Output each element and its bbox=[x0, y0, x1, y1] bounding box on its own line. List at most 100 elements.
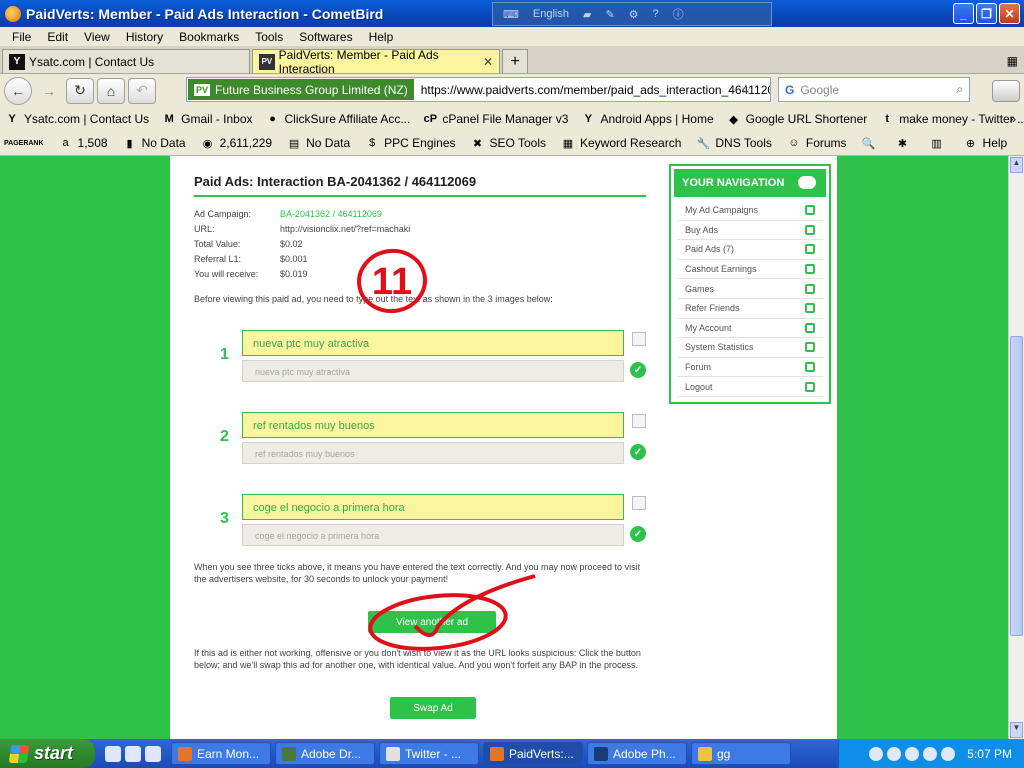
menu-tools[interactable]: Tools bbox=[247, 30, 291, 44]
menu-softwares[interactable]: Softwares bbox=[291, 30, 360, 44]
seo-toolbar-item[interactable]: ✱ bbox=[895, 135, 915, 151]
addon-button[interactable] bbox=[992, 80, 1020, 102]
bookmark-item[interactable]: M Gmail - Inbox bbox=[161, 111, 253, 127]
seo-toolbar-item[interactable]: ◉ 2,611,229 bbox=[200, 135, 272, 151]
home-button[interactable]: ⌂ bbox=[97, 77, 125, 104]
back-button[interactable]: ← bbox=[4, 76, 32, 105]
swap-ad-button[interactable]: Swap Ad bbox=[390, 697, 476, 719]
info-value[interactable]: BA-2041362 / 464112069 bbox=[280, 207, 382, 222]
bookmark-star-icon[interactable]: ☆ bbox=[739, 81, 752, 98]
close-tab-icon[interactable]: ✕ bbox=[483, 55, 493, 69]
menu-history[interactable]: History bbox=[118, 30, 171, 44]
tray-browser-icon[interactable] bbox=[905, 746, 920, 761]
side-nav-item[interactable]: My Ad Campaigns bbox=[677, 201, 823, 221]
tray-network-icon[interactable] bbox=[887, 746, 902, 761]
new-tab-button[interactable]: + bbox=[502, 49, 528, 73]
seo-toolbar-item[interactable]: $ PPC Engines bbox=[364, 135, 455, 151]
captcha-input[interactable]: nueva ptc muy atractiva bbox=[242, 330, 624, 356]
seo-toolbar-item[interactable]: PAGERANK bbox=[4, 140, 44, 147]
site-badge-icon: PV bbox=[194, 83, 211, 96]
seo-toolbar-item[interactable]: ⊕ Help bbox=[963, 135, 1007, 151]
side-nav-item[interactable]: My Account bbox=[677, 319, 823, 339]
scroll-down-icon[interactable]: ▼ bbox=[1010, 722, 1023, 738]
side-nav-item[interactable]: Refer Friends bbox=[677, 299, 823, 319]
menu-bookmarks[interactable]: Bookmarks bbox=[171, 30, 247, 44]
taskbar-button[interactable]: PaidVerts:... bbox=[483, 742, 583, 765]
bookmark-item[interactable]: ◆ Google URL Shortener bbox=[726, 111, 867, 127]
tab-ysatc[interactable]: Y Ysatc.com | Contact Us bbox=[2, 49, 250, 73]
seo-toolbar-item[interactable]: a 1,508 bbox=[58, 135, 107, 151]
bookmark-item[interactable]: Y Android Apps | Home bbox=[580, 111, 714, 127]
reload-button[interactable]: ↻ bbox=[66, 77, 94, 104]
seo-toolbar-item[interactable]: ▤ No Data bbox=[286, 135, 350, 151]
language-bar[interactable]: ⌨ English ▰ ✎ ⚙ ? ⓘ bbox=[492, 2, 772, 26]
seo-toolbar-item[interactable]: ☺ Forums bbox=[786, 135, 846, 151]
lang-pen-icon[interactable]: ✎ bbox=[605, 8, 614, 21]
side-nav-item[interactable]: Paid Ads (7) bbox=[677, 240, 823, 260]
tab-list-icon[interactable]: ▦ bbox=[1007, 54, 1018, 68]
search-input[interactable]: G Google ⌕ bbox=[778, 77, 970, 102]
tray-help-icon[interactable] bbox=[869, 746, 884, 761]
page-viewport[interactable]: Paid Ads: Interaction BA-2041362 / 46411… bbox=[0, 156, 1008, 739]
tray-volume-icon[interactable] bbox=[941, 746, 956, 761]
menu-help[interactable]: Help bbox=[361, 30, 402, 44]
view-ad-button[interactable]: View another ad bbox=[368, 611, 496, 633]
quicklaunch-app-icon[interactable] bbox=[105, 745, 121, 762]
minimize-button[interactable]: _ bbox=[953, 3, 974, 24]
quicklaunch-desktop-icon[interactable] bbox=[145, 745, 161, 762]
seo-toolbar-item[interactable]: ▥ bbox=[929, 135, 949, 151]
scroll-up-icon[interactable]: ▲ bbox=[1010, 157, 1023, 173]
menu-edit[interactable]: Edit bbox=[39, 30, 76, 44]
taskbar-button[interactable]: gg bbox=[691, 742, 791, 765]
copy-icon[interactable] bbox=[632, 496, 646, 510]
seo-toolbar-item[interactable]: ▦ Keyword Research bbox=[560, 135, 682, 151]
side-nav-item[interactable]: Logout bbox=[677, 377, 823, 397]
forward-button[interactable]: → bbox=[35, 78, 63, 104]
lang-tool-icon[interactable]: ▰ bbox=[583, 8, 591, 21]
captcha-input[interactable]: coge el negocio a primera hora bbox=[242, 494, 624, 520]
bookmarks-overflow-icon[interactable]: » bbox=[1009, 112, 1016, 126]
bookmark-item[interactable]: Y Ysatc.com | Contact Us bbox=[4, 111, 149, 127]
scroll-thumb[interactable] bbox=[1010, 336, 1023, 636]
google-icon[interactable]: G bbox=[785, 83, 794, 97]
language-label[interactable]: English bbox=[533, 8, 569, 20]
side-nav-item[interactable]: Buy Ads bbox=[677, 221, 823, 241]
keyboard-icon[interactable]: ⌨ bbox=[503, 8, 519, 21]
side-nav-item[interactable]: System Statistics bbox=[677, 338, 823, 358]
captcha-input[interactable]: ref rentados muy buenos bbox=[242, 412, 624, 438]
bookmark-item[interactable]: cP cPanel File Manager v3 bbox=[422, 111, 569, 127]
url-text[interactable]: https://www.paidverts.com/member/paid_ad… bbox=[415, 83, 770, 97]
lang-info-icon[interactable]: ⓘ bbox=[673, 6, 684, 22]
start-button[interactable]: start bbox=[0, 739, 95, 768]
seo-toolbar-item[interactable]: ✖ SEO Tools bbox=[470, 135, 546, 151]
menu-view[interactable]: View bbox=[76, 30, 118, 44]
site-identity-button[interactable]: PV Future Business Group Limited (NZ) bbox=[188, 79, 414, 100]
seo-toolbar-item[interactable]: 🔧 DNS Tools bbox=[695, 135, 772, 151]
taskbar-button[interactable]: Adobe Ph... bbox=[587, 742, 687, 765]
side-nav-item[interactable]: Games bbox=[677, 279, 823, 299]
bookmark-item[interactable]: t make money - Twitter ... bbox=[879, 111, 1024, 127]
bookmark-item[interactable]: ● ClickSure Affiliate Acc... bbox=[265, 111, 410, 127]
taskbar-button[interactable]: Twitter - ... bbox=[379, 742, 479, 765]
seo-toolbar-item[interactable]: ▮ No Data bbox=[122, 135, 186, 151]
clock[interactable]: 5:07 PM bbox=[967, 747, 1012, 761]
seo-toolbar-item[interactable]: 🔍 bbox=[861, 135, 881, 151]
lang-help-icon[interactable]: ? bbox=[653, 8, 659, 20]
search-icon[interactable]: ⌕ bbox=[956, 82, 963, 97]
copy-icon[interactable] bbox=[632, 332, 646, 346]
copy-icon[interactable] bbox=[632, 414, 646, 428]
vertical-scrollbar[interactable]: ▲ ▼ bbox=[1008, 156, 1024, 739]
close-window-button[interactable]: ✕ bbox=[999, 3, 1020, 24]
maximize-button[interactable]: ❐ bbox=[976, 3, 997, 24]
side-nav-item[interactable]: Forum bbox=[677, 358, 823, 378]
menu-file[interactable]: File bbox=[4, 30, 39, 44]
tray-app-icon[interactable] bbox=[923, 746, 938, 761]
url-bar[interactable]: PV Future Business Group Limited (NZ) ht… bbox=[186, 77, 771, 102]
taskbar-button[interactable]: Earn Mon... bbox=[171, 742, 271, 765]
side-nav-item[interactable]: Cashout Earnings bbox=[677, 260, 823, 280]
quicklaunch-help-icon[interactable] bbox=[125, 745, 141, 762]
tab-paidverts[interactable]: PV PaidVerts: Member - Paid Ads Interact… bbox=[252, 48, 500, 76]
taskbar-button[interactable]: Adobe Dr... bbox=[275, 742, 375, 765]
lang-settings-icon[interactable]: ⚙ bbox=[629, 8, 639, 21]
history-back-button[interactable]: ↶ bbox=[128, 77, 156, 104]
